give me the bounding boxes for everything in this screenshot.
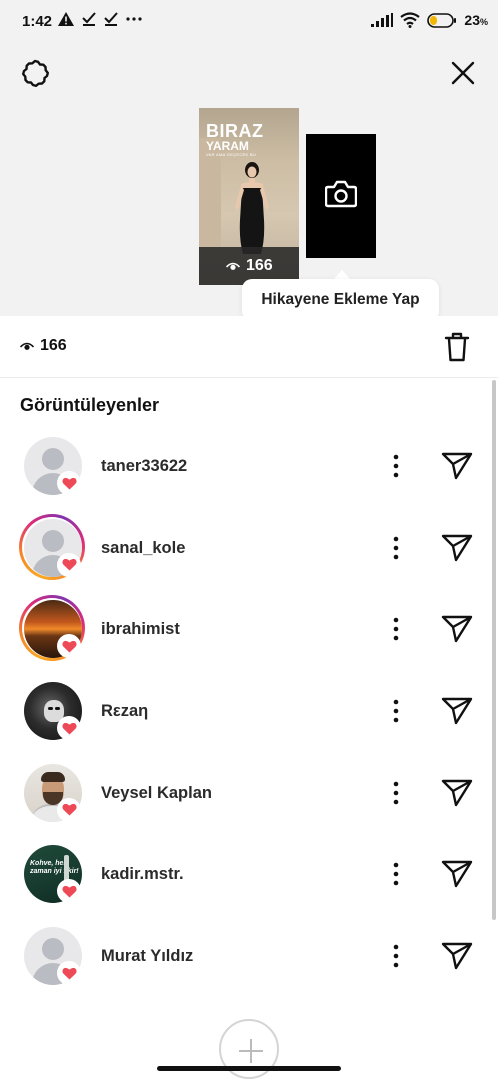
more-options-icon[interactable] <box>386 943 406 969</box>
check-download-icon <box>104 12 118 26</box>
story-small-text: VAR AMA GEÇECEK BU <box>206 152 257 157</box>
camera-icon <box>325 180 357 208</box>
close-icon[interactable] <box>448 58 478 88</box>
heart-icon <box>57 797 81 822</box>
viewer-username[interactable]: ibrahimist <box>101 620 180 639</box>
send-message-icon[interactable] <box>441 697 473 725</box>
home-indicator <box>157 1066 341 1071</box>
eye-icon <box>20 342 34 350</box>
send-message-icon[interactable] <box>441 452 473 480</box>
views-summary-row: 166 <box>0 316 498 378</box>
viewer-username[interactable]: Rεzaη <box>101 702 148 721</box>
status-right: 23% <box>371 12 488 28</box>
battery-percent: 23% <box>464 12 488 28</box>
more-options-icon[interactable] <box>386 535 406 561</box>
story-views: 166 <box>226 257 273 275</box>
more-options-icon[interactable] <box>386 861 406 887</box>
status-bar: 1:42 23% <box>0 0 498 40</box>
check-download-icon <box>82 12 96 26</box>
viewer-username[interactable]: sanal_kole <box>101 539 185 558</box>
avatar[interactable] <box>19 513 85 580</box>
status-time: 1:42 <box>22 13 53 30</box>
more-notifications-icon <box>126 17 142 21</box>
send-message-icon[interactable] <box>441 860 473 888</box>
send-message-icon[interactable] <box>441 615 473 643</box>
avatar[interactable] <box>24 437 82 495</box>
viewer-username[interactable]: Murat Yıldız <box>101 947 193 966</box>
story-header: BIRAZ YARAM VAR AMA GEÇECEK BU 166 Hikay… <box>0 40 498 321</box>
more-options-icon[interactable] <box>386 616 406 642</box>
plus-icon <box>239 1039 263 1063</box>
story-thumbnail[interactable]: BIRAZ YARAM VAR AMA GEÇECEK BU 166 <box>199 108 299 285</box>
story-title: BIRAZ <box>206 121 264 141</box>
viewer-row[interactable]: Rεzaη <box>0 670 490 752</box>
heart-icon <box>57 716 81 741</box>
scrollbar[interactable] <box>492 380 496 920</box>
more-options-icon[interactable] <box>386 453 406 479</box>
avatar[interactable]: Kohve, her zaman iyi fikir! <box>24 845 82 904</box>
viewer-row[interactable]: ibrahimist <box>0 588 490 670</box>
heart-icon <box>57 879 81 904</box>
viewer-username[interactable]: taner33622 <box>101 457 187 476</box>
wifi-icon <box>400 12 421 28</box>
send-message-icon[interactable] <box>441 779 473 807</box>
heart-icon <box>57 961 81 986</box>
send-message-icon[interactable] <box>441 942 473 970</box>
viewer-username[interactable]: kadir.mstr. <box>101 865 184 884</box>
avatar[interactable] <box>24 763 82 822</box>
story-subtitle: YARAM <box>206 139 249 153</box>
more-options-icon[interactable] <box>386 780 406 806</box>
add-story-camera-button[interactable] <box>306 134 376 258</box>
avatar[interactable] <box>19 595 85 662</box>
viewer-list: taner33622 sanal_kole ibrahimist Rεzaη Veyse… <box>0 425 490 997</box>
viewer-row[interactable]: Veysel Kaplan <box>0 752 490 834</box>
eye-icon <box>226 262 240 270</box>
views-count: 166 <box>20 337 67 355</box>
heart-icon <box>57 634 81 659</box>
viewer-row[interactable]: Murat Yıldız <box>0 915 490 997</box>
viewer-row[interactable]: Kohve, her zaman iyi fikir! kadir.mstr. <box>0 833 490 915</box>
add-to-story-tooltip[interactable]: Hikayene Ekleme Yap <box>242 279 439 321</box>
trash-icon[interactable] <box>444 331 470 363</box>
viewer-row[interactable]: taner33622 <box>0 425 490 507</box>
warning-icon <box>58 12 74 26</box>
person-figure <box>235 162 269 254</box>
gear-icon[interactable] <box>20 58 50 88</box>
viewer-username[interactable]: Veysel Kaplan <box>101 784 212 803</box>
notification-icons <box>58 12 142 26</box>
avatar[interactable] <box>24 927 82 986</box>
heart-icon <box>57 471 81 495</box>
signal-icon <box>371 13 394 27</box>
viewers-section-title: Görüntüleyenler <box>20 395 160 415</box>
more-options-icon[interactable] <box>386 698 406 724</box>
avatar[interactable] <box>24 682 82 741</box>
send-message-icon[interactable] <box>441 534 473 562</box>
viewer-row[interactable]: sanal_kole <box>0 507 490 589</box>
heart-icon <box>57 552 81 577</box>
battery-icon <box>427 12 457 28</box>
